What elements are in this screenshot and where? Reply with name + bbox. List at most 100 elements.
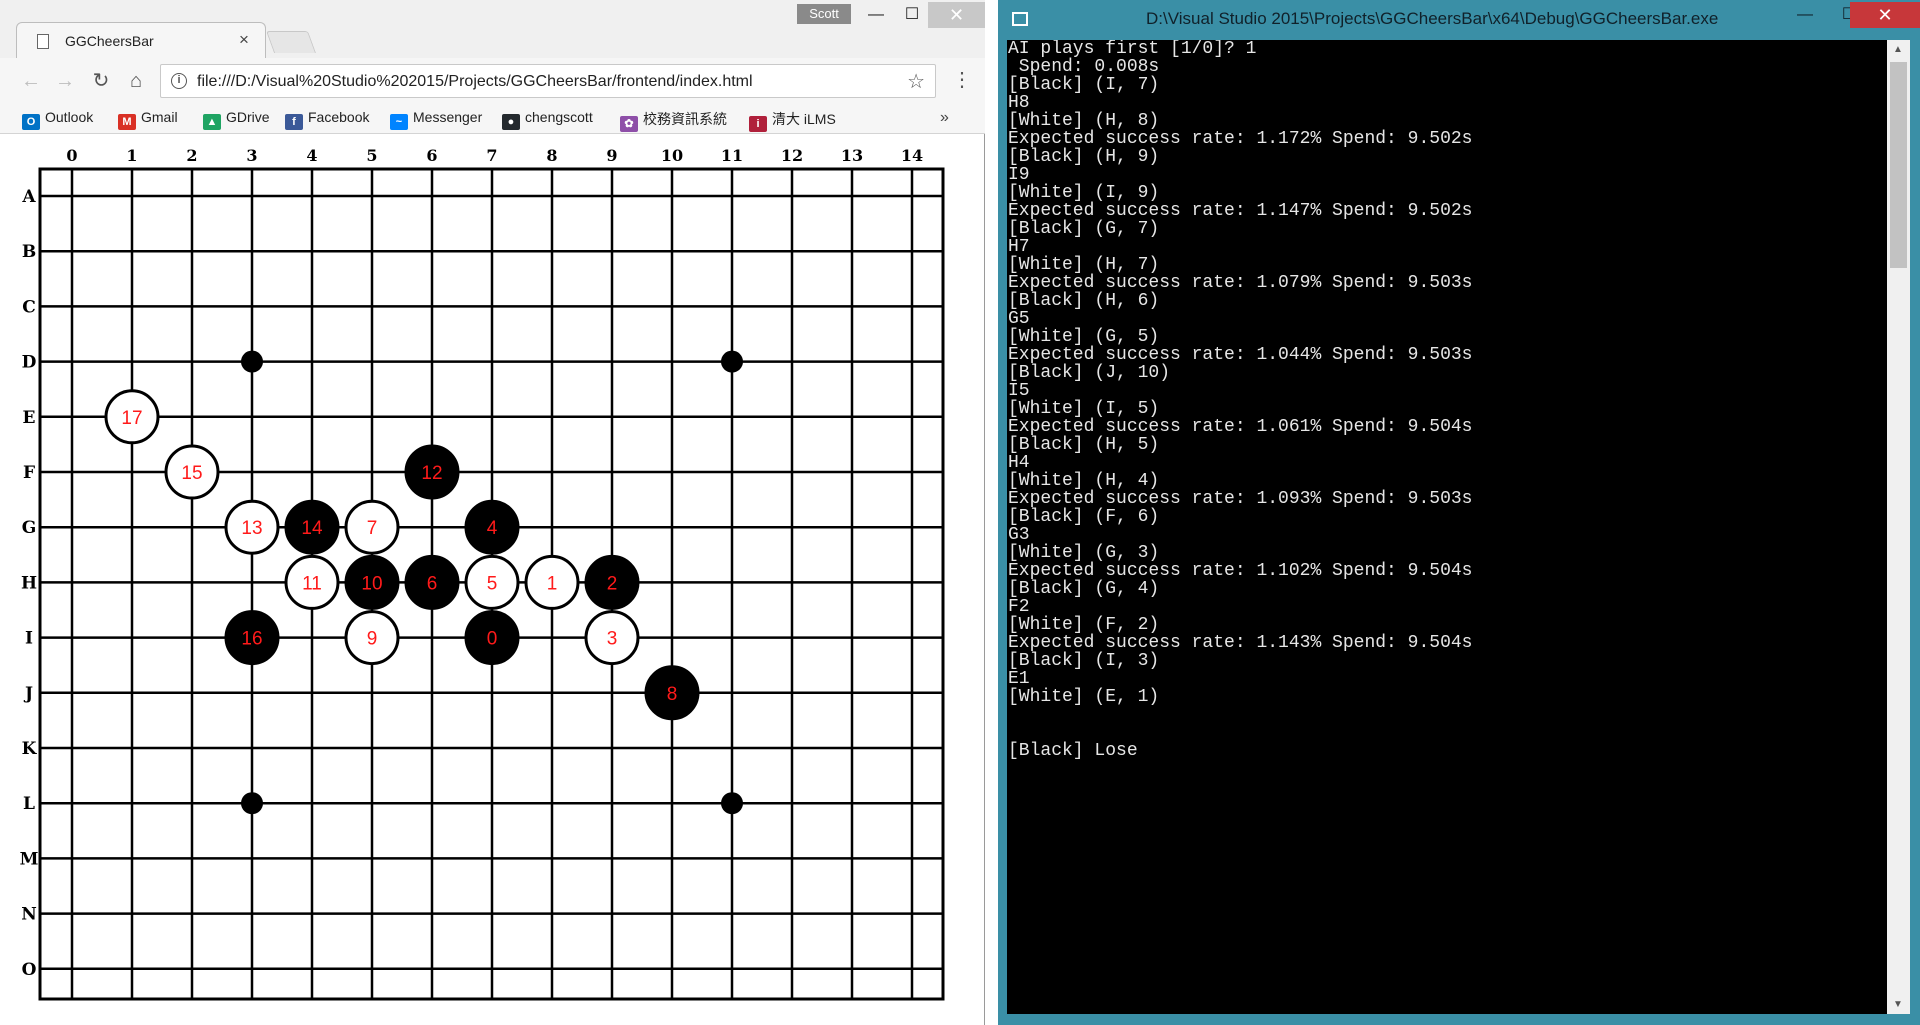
bookmark-messenger[interactable]: ~ Messenger xyxy=(390,109,483,130)
row-label: I xyxy=(25,629,33,649)
bookmark-label: Facebook xyxy=(308,109,370,125)
console-frame-bottom xyxy=(998,1014,1920,1025)
stone-black-6[interactable]: 6 xyxy=(404,554,460,610)
back-arrow-icon[interactable]: ← xyxy=(18,68,44,94)
row-label: M xyxy=(20,849,39,869)
maximize-button[interactable]: ☐ xyxy=(892,2,932,28)
bookmark-label: 校務資訊系統 xyxy=(643,111,727,127)
reload-icon[interactable]: ↻ xyxy=(88,68,114,94)
stone-white-7[interactable]: 7 xyxy=(344,499,400,555)
column-label: 8 xyxy=(546,146,557,165)
stone-move-number: 6 xyxy=(427,573,438,594)
stone-move-number: 8 xyxy=(667,684,678,705)
stone-white-5[interactable]: 5 xyxy=(464,554,520,610)
stone-move-number: 17 xyxy=(121,408,142,429)
stone-white-17[interactable]: 17 xyxy=(104,389,160,445)
console-line: Expected success rate: 1.079% Spend: 9.5… xyxy=(1008,273,1473,293)
close-tab-icon[interactable]: × xyxy=(239,30,249,50)
bookmark-outlook[interactable]: O Outlook xyxy=(22,109,94,130)
scroll-down-icon[interactable]: ▼ xyxy=(1893,999,1903,1010)
console-output[interactable]: AI plays first [1/0]? 1 Spend: 0.008s [Bl… xyxy=(1007,40,1887,1014)
star-point xyxy=(721,350,743,373)
console-line: [White] (I, 9) xyxy=(1008,183,1160,203)
url-text[interactable]: file:///D:/Visual%20Studio%202015/Projec… xyxy=(197,73,753,91)
more-bookmarks-icon[interactable]: » xyxy=(940,109,949,127)
console-line: [Black] (J, 10) xyxy=(1008,363,1171,383)
stone-white-3[interactable]: 3 xyxy=(584,610,640,666)
forward-arrow-icon[interactable]: → xyxy=(52,68,78,94)
column-label: 9 xyxy=(606,146,617,165)
stone-white-11[interactable]: 11 xyxy=(284,554,340,610)
bookmark-label: Messenger xyxy=(413,109,483,125)
address-bar[interactable]: i file:///D:/Visual%20Studio%202015/Proj… xyxy=(160,64,936,98)
bookmark-star-icon[interactable]: ☆ xyxy=(907,69,925,94)
profile-button[interactable]: Scott xyxy=(797,4,851,24)
stone-black-14[interactable]: 14 xyxy=(284,499,340,555)
row-label: B xyxy=(22,242,36,262)
bookmark-gdrive[interactable]: ▲ GDrive xyxy=(203,109,270,130)
row-label: F xyxy=(23,463,35,483)
column-label: 4 xyxy=(306,146,317,165)
console-line: H7 xyxy=(1008,237,1030,257)
stone-black-10[interactable]: 10 xyxy=(344,554,400,610)
ilms-icon: i xyxy=(749,116,767,132)
bookmark-gmail[interactable]: M Gmail xyxy=(118,109,178,130)
console-line: Expected success rate: 1.061% Spend: 9.5… xyxy=(1008,417,1473,437)
stone-black-0[interactable]: 0 xyxy=(464,610,520,666)
tab-title: GGCheersBar xyxy=(65,33,154,49)
row-label: N xyxy=(21,905,37,925)
stone-black-12[interactable]: 12 xyxy=(404,444,460,500)
console-line: [Black] (I, 3) xyxy=(1008,651,1160,671)
browser-tabstrip: GGCheersBar × Scott — ☐ ✕ xyxy=(0,0,985,60)
new-tab-button[interactable] xyxy=(265,31,317,53)
minimize-button[interactable]: — xyxy=(856,2,896,28)
bookmark-label: Outlook xyxy=(45,109,94,125)
stone-black-8[interactable]: 8 xyxy=(644,665,700,721)
stone-move-number: 1 xyxy=(547,573,558,594)
console-titlebar: D:\Visual Studio 2015\Projects\GGCheersB… xyxy=(998,0,1920,40)
close-window-button[interactable]: ✕ xyxy=(928,2,985,28)
gomoku-board[interactable]: 0A1B2C3D4E5F6G7H8I9J10K11L12M13N14O01 234… xyxy=(0,135,984,1025)
console-line: Expected success rate: 1.147% Spend: 9.5… xyxy=(1008,201,1473,221)
gomoku-page: 0 A 1 B 2 C 3 D 4 E 5 F 6 G 7 H 8 I 9 J 10 K 11 L 12 M 13 N 14 O 0 1 2 3 4… xyxy=(0,135,984,1025)
stone-move-number: 14 xyxy=(301,518,323,539)
stone-black-2[interactable]: 2 xyxy=(584,554,640,610)
outlook-icon: O xyxy=(22,114,40,130)
bookmark-facebook[interactable]: f Facebook xyxy=(285,109,370,130)
scroll-up-icon[interactable]: ▲ xyxy=(1893,44,1903,55)
browser-tab[interactable]: GGCheersBar × xyxy=(16,22,266,58)
stone-move-number: 2 xyxy=(607,573,618,594)
console-app-icon[interactable] xyxy=(1012,12,1028,26)
stone-white-15[interactable]: 15 xyxy=(164,444,220,500)
bookmark-校務資訊系統[interactable]: ✿ 校務資訊系統 xyxy=(620,109,727,132)
console-line: Expected success rate: 1.143% Spend: 9.5… xyxy=(1008,633,1473,653)
bookmark-label: GDrive xyxy=(226,109,270,125)
stone-move-number: 3 xyxy=(607,629,618,650)
console-title: D:\Visual Studio 2015\Projects\GGCheersB… xyxy=(1146,9,1719,28)
console-line: [Black] (I, 7) xyxy=(1008,75,1160,95)
console-line: [White] (I, 5) xyxy=(1008,399,1160,419)
console-scrollbar[interactable]: ▲ ▼ xyxy=(1887,40,1910,1014)
console-minimize-button[interactable]: — xyxy=(1784,2,1826,28)
bookmark-chengscott[interactable]: ● chengscott xyxy=(502,109,593,130)
stone-move-number: 0 xyxy=(487,629,498,650)
stone-black-4[interactable]: 4 xyxy=(464,499,520,555)
stone-white-9[interactable]: 9 xyxy=(344,610,400,666)
stone-move-number: 13 xyxy=(241,518,262,539)
column-label: 14 xyxy=(901,146,923,165)
scroll-thumb[interactable] xyxy=(1890,62,1907,268)
menu-icon[interactable]: ⋮ xyxy=(952,67,972,92)
info-icon[interactable]: i xyxy=(171,73,187,89)
stone-white-13[interactable]: 13 xyxy=(224,499,280,555)
bookmark-清大-ilms[interactable]: i 清大 iLMS xyxy=(749,109,836,132)
console-close-button[interactable]: ✕ xyxy=(1850,2,1920,28)
console-line: Expected success rate: 1.172% Spend: 9.5… xyxy=(1008,129,1473,149)
bookmark-label: Gmail xyxy=(141,109,178,125)
console-line: H8 xyxy=(1008,93,1030,113)
facebook-icon: f xyxy=(285,114,303,130)
stone-black-16[interactable]: 16 xyxy=(224,610,280,666)
home-icon[interactable]: ⌂ xyxy=(123,68,149,94)
stone-white-1[interactable]: 1 xyxy=(524,554,580,610)
